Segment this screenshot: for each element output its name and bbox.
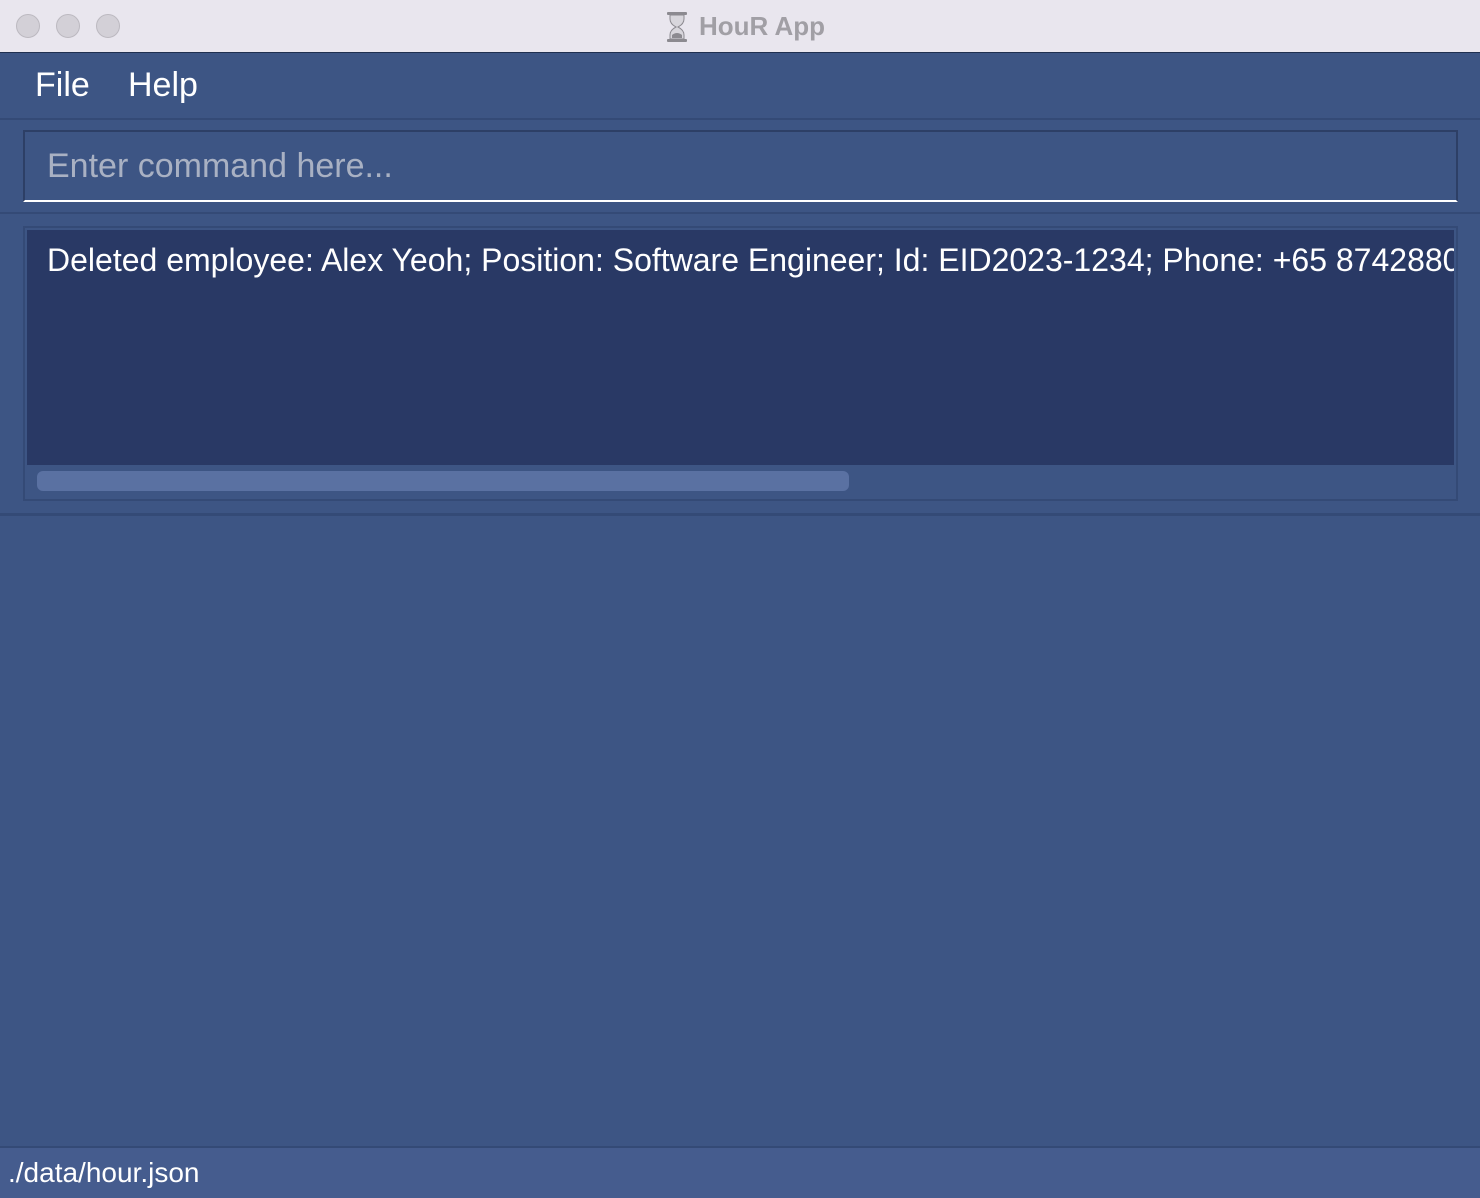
app-window: HouR App File Help Deleted employee: Ale…	[0, 0, 1480, 1198]
horizontal-scrollbar[interactable]	[27, 465, 1454, 499]
menu-bar: File Help	[0, 54, 1480, 120]
result-frame: Deleted employee: Alex Yeoh; Position: S…	[23, 226, 1458, 501]
data-file-path: ./data/hour.json	[8, 1157, 200, 1188]
menu-file[interactable]: File	[35, 66, 90, 105]
window-title-group: HouR App	[0, 0, 1480, 53]
window-title: HouR App	[698, 11, 826, 41]
hourglass-icon	[666, 11, 687, 42]
menu-help[interactable]: Help	[128, 66, 198, 105]
result-panel: Deleted employee: Alex Yeoh; Position: S…	[0, 214, 1480, 516]
command-box	[23, 130, 1458, 202]
employee-list-area	[0, 516, 1480, 1146]
horizontal-scrollbar-thumb[interactable]	[37, 471, 849, 491]
command-panel	[0, 120, 1480, 214]
status-bar: ./data/hour.json	[0, 1146, 1480, 1198]
title-bar: HouR App	[0, 0, 1480, 53]
result-display: Deleted employee: Alex Yeoh; Position: S…	[27, 230, 1454, 465]
result-message: Deleted employee: Alex Yeoh; Position: S…	[47, 242, 1454, 278]
command-input[interactable]	[25, 132, 1456, 200]
